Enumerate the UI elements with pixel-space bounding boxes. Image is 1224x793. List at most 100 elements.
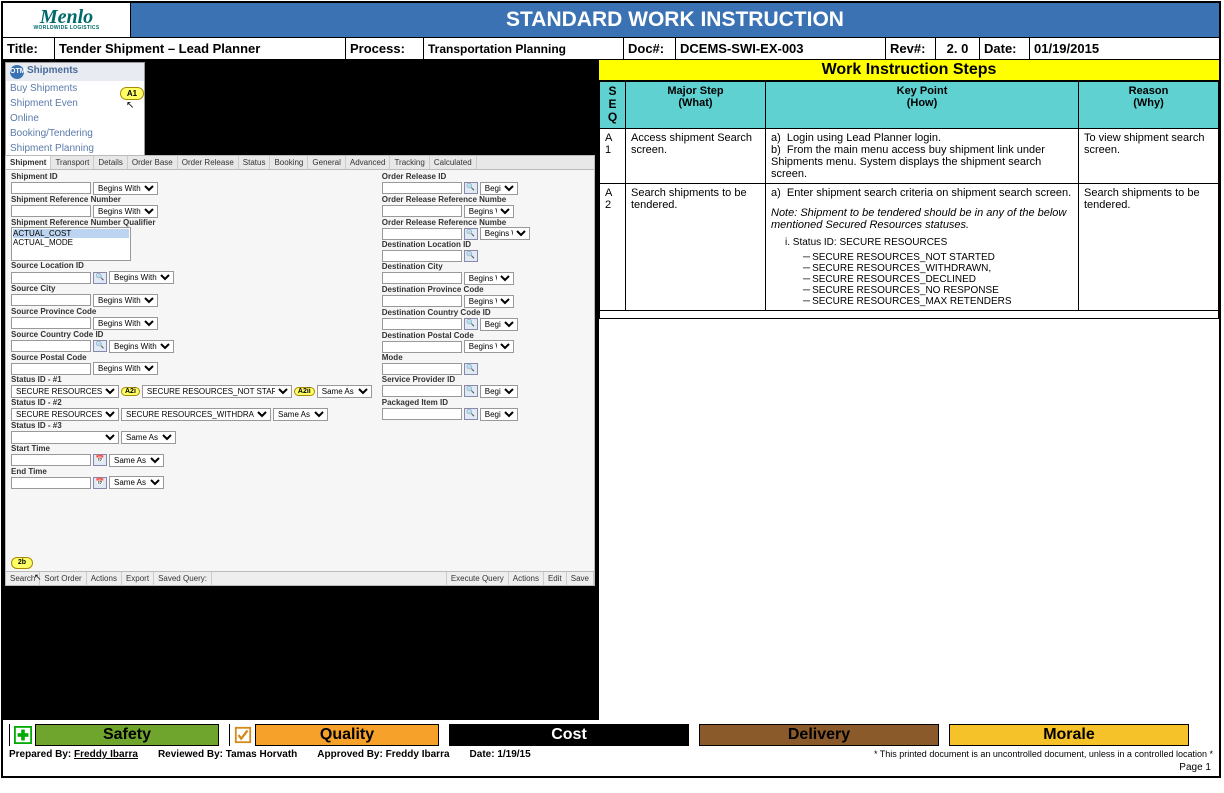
menu-booking-tendering[interactable]: Booking/Tendering: [6, 126, 144, 141]
shipments-menu-header: OTMShipments: [6, 63, 144, 81]
status2a-select[interactable]: SECURE RESOURCES: [11, 408, 119, 421]
pkg-item-input[interactable]: [382, 408, 462, 420]
lookup-icon[interactable]: 🔍: [464, 385, 478, 397]
approved-by: Approved By: Freddy Ibarra: [317, 749, 449, 760]
shipment-id-op[interactable]: Begins With: [93, 182, 158, 195]
src-loc-op[interactable]: Begins With: [109, 271, 174, 284]
svc-prov-op[interactable]: Begin: [480, 385, 518, 398]
ship-ref-input[interactable]: [11, 205, 91, 217]
action-export[interactable]: Export: [122, 572, 154, 585]
lookup-icon[interactable]: 🔍: [464, 318, 478, 330]
lookup-icon[interactable]: 🔍: [93, 340, 107, 352]
hdr-seq: SEQ: [600, 82, 626, 129]
tab-order-release[interactable]: Order Release: [178, 156, 239, 169]
src-country-input[interactable]: [11, 340, 91, 352]
src-country-op[interactable]: Begins With: [109, 340, 174, 353]
tab-order-base[interactable]: Order Base: [128, 156, 178, 169]
dest-prov-op[interactable]: Begins W: [464, 295, 514, 308]
dest-prov-input[interactable]: [382, 295, 462, 307]
lookup-icon[interactable]: 🔍: [464, 228, 478, 240]
calendar-icon[interactable]: 📅: [93, 477, 107, 489]
dest-loc-input[interactable]: [382, 250, 462, 262]
mode-input[interactable]: [382, 363, 462, 375]
pkg-item-op[interactable]: Begin: [480, 408, 518, 421]
menu-online[interactable]: Online: [6, 111, 144, 126]
svc-prov-input[interactable]: [382, 385, 462, 397]
dest-postal-op[interactable]: Begins W: [464, 340, 514, 353]
action-saved-query: Saved Query:: [154, 572, 212, 585]
end-time-input[interactable]: [11, 477, 91, 489]
ship-ref-op[interactable]: Begins With: [93, 205, 158, 218]
ord-rel-ref2-input[interactable]: [382, 228, 462, 240]
action-actions2[interactable]: Actions: [509, 572, 544, 585]
table-row: A1 Access shipment Search screen. a) Log…: [600, 128, 1219, 183]
status2b-select[interactable]: SECURE RESOURCES_WITHDRAWN: [121, 408, 271, 421]
status3-op[interactable]: Same As: [121, 431, 176, 444]
callout-a2ii: A2ii: [294, 387, 315, 396]
disclaimer: * This printed document is an uncontroll…: [874, 749, 1213, 760]
qualifier-listbox[interactable]: ACTUAL_COST ACTUAL_MODE: [11, 227, 131, 261]
ord-rel-op[interactable]: Begin: [480, 182, 518, 195]
tab-transport[interactable]: Transport: [51, 156, 94, 169]
tab-calculated[interactable]: Calculated: [430, 156, 477, 169]
src-prov-op[interactable]: Begins With: [93, 317, 158, 330]
action-actions[interactable]: Actions: [87, 572, 122, 585]
action-sort[interactable]: Sort Order: [40, 572, 86, 585]
ord-rel-ref-op[interactable]: Begins W: [464, 205, 514, 218]
lookup-icon[interactable]: 🔍: [464, 182, 478, 194]
ord-rel-ref-input[interactable]: [382, 205, 462, 217]
shipment-id-input[interactable]: [11, 182, 91, 194]
status3a-select[interactable]: [11, 431, 119, 444]
tab-shipment[interactable]: Shipment: [6, 156, 51, 169]
tab-tracking[interactable]: Tracking: [390, 156, 429, 169]
src-postal-input[interactable]: [11, 363, 91, 375]
tab-booking[interactable]: Booking: [270, 156, 308, 169]
src-city-op[interactable]: Begins With: [93, 294, 158, 307]
src-city-input[interactable]: [11, 294, 91, 306]
status1a-select[interactable]: SECURE RESOURCES: [11, 385, 119, 398]
hdr-reason: Reason(Why): [1079, 82, 1219, 129]
page-number: Page 1: [3, 762, 1219, 776]
dest-country-op[interactable]: Begin: [480, 318, 518, 331]
dest-country-input[interactable]: [382, 318, 462, 330]
start-time-input[interactable]: [11, 454, 91, 466]
start-time-op[interactable]: Same As: [109, 454, 164, 467]
check-icon: [230, 724, 256, 746]
action-execute[interactable]: Execute Query: [447, 572, 509, 585]
swi-page: Menlo WORLDWIDE LOGISTICS STANDARD WORK …: [1, 1, 1221, 778]
saved-query-field[interactable]: [212, 572, 447, 585]
lookup-icon[interactable]: 🔍: [464, 250, 478, 262]
menu-shipment-planning[interactable]: Shipment Planning: [6, 141, 144, 156]
badge-morale: Morale: [949, 724, 1189, 746]
status2-op[interactable]: Same As: [273, 408, 328, 421]
field-dest-prov: Destination Province CodeBegins W: [382, 286, 589, 308]
hdr-key: Key Point(How): [766, 82, 1079, 129]
status1-op[interactable]: Same As: [317, 385, 372, 398]
lookup-icon[interactable]: 🔍: [464, 363, 478, 375]
reviewed-by: Reviewed By: Tamas Horvath: [158, 749, 297, 760]
status1b-select[interactable]: SECURE RESOURCES_NOT STARTED: [142, 385, 292, 398]
key-cell: a) Enter shipment search criteria on shi…: [766, 183, 1079, 310]
end-time-op[interactable]: Same As: [109, 476, 164, 489]
tab-details[interactable]: Details: [94, 156, 127, 169]
src-postal-op[interactable]: Begins With: [93, 362, 158, 375]
callout-a2i: A2i: [121, 387, 140, 396]
action-edit[interactable]: Edit: [544, 572, 567, 585]
list-item: SECURE RESOURCES_MAX RETENDERS: [803, 296, 1073, 307]
action-save[interactable]: Save: [567, 572, 594, 585]
ord-rel-input[interactable]: [382, 182, 462, 194]
lookup-icon[interactable]: 🔍: [93, 272, 107, 284]
major-cell: Access shipment Search screen.: [626, 128, 766, 183]
tab-general[interactable]: General: [308, 156, 345, 169]
dest-city-input[interactable]: [382, 272, 462, 284]
tab-status[interactable]: Status: [239, 156, 271, 169]
ord-rel-ref2-op[interactable]: Begins W: [480, 227, 530, 240]
tab-advanced[interactable]: Advanced: [346, 156, 391, 169]
dest-city-op[interactable]: Begins W: [464, 272, 514, 285]
src-prov-input[interactable]: [11, 317, 91, 329]
lookup-icon[interactable]: 🔍: [464, 408, 478, 420]
dest-postal-input[interactable]: [382, 341, 462, 353]
calendar-icon[interactable]: 📅: [93, 454, 107, 466]
field-shipment-id: Shipment IDBegins With: [11, 173, 372, 195]
src-loc-input[interactable]: [11, 272, 91, 284]
